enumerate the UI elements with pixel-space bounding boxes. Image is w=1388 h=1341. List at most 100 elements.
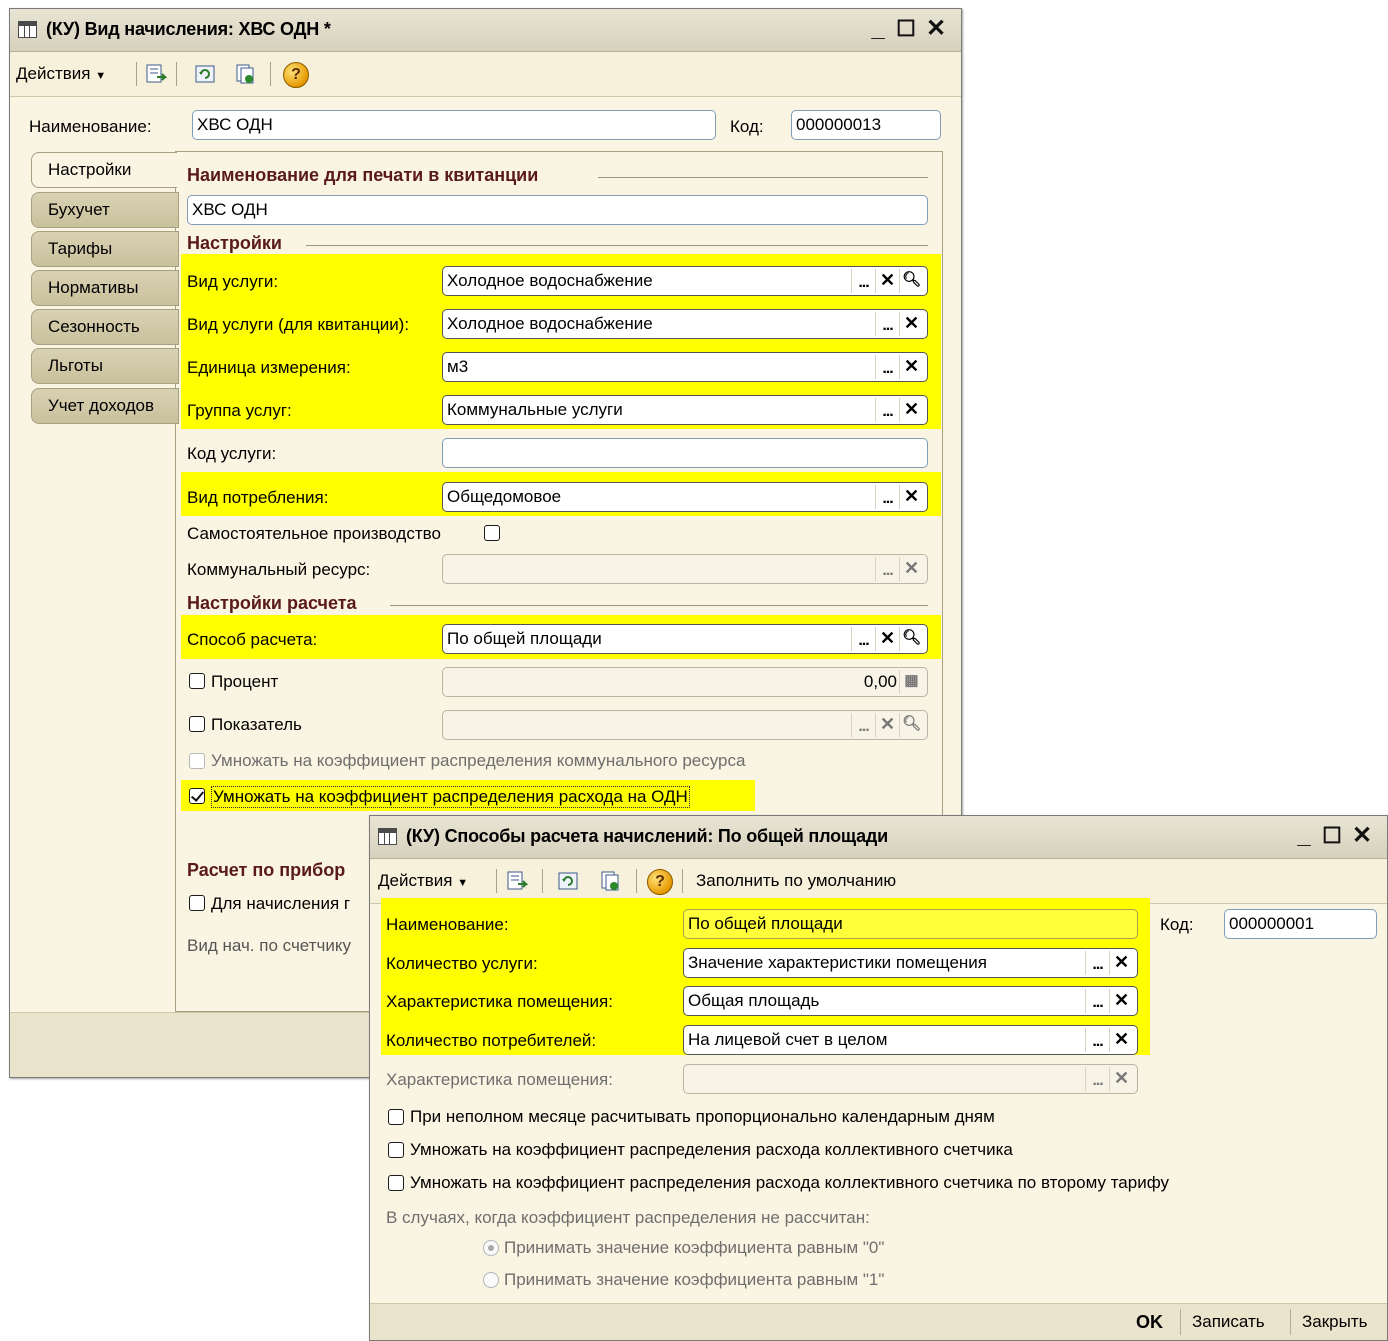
toolbar-separator bbox=[542, 869, 543, 893]
clear-icon[interactable]: ✕ bbox=[875, 269, 899, 293]
partial-month-checkbox[interactable] bbox=[388, 1109, 404, 1125]
room-char-field[interactable]: Общая площадь ... ✕ bbox=[683, 986, 1138, 1016]
service-qty-value: Значение характеристики помещения bbox=[688, 953, 987, 972]
service-type-value: Холодное водоснабжение bbox=[447, 271, 653, 290]
clear-icon[interactable]: ✕ bbox=[899, 355, 923, 379]
select-button[interactable]: ... bbox=[875, 355, 899, 379]
select-button[interactable]: ... bbox=[1085, 1028, 1109, 1052]
service-type-field[interactable]: Холодное водоснабжение ... ✕ 🔍︎ bbox=[442, 266, 928, 296]
select-button[interactable]: ... bbox=[1085, 1067, 1109, 1091]
code-field[interactable]: 000000013 bbox=[791, 110, 941, 140]
radio-coef-one[interactable] bbox=[483, 1272, 499, 1288]
close-button[interactable]: ✕ bbox=[1346, 820, 1378, 852]
consumption-type-field[interactable]: Общедомовое ... ✕ bbox=[442, 482, 928, 512]
maximize-button[interactable]: ☐ bbox=[1316, 820, 1348, 852]
ok-button[interactable]: OK bbox=[1136, 1312, 1163, 1333]
select-button[interactable]: ... bbox=[875, 557, 899, 581]
multiply-odn-checkbox[interactable] bbox=[189, 788, 205, 804]
name-field[interactable]: По общей площади bbox=[683, 909, 1138, 939]
utility-resource-field[interactable]: ... ✕ bbox=[442, 554, 928, 584]
radio-coef-zero[interactable] bbox=[483, 1240, 499, 1256]
service-code-field[interactable] bbox=[442, 438, 928, 468]
meter-checkbox[interactable] bbox=[189, 895, 205, 911]
select-button[interactable]: ... bbox=[851, 627, 875, 651]
clear-icon[interactable]: ✕ bbox=[1109, 951, 1133, 975]
search-icon[interactable]: 🔍︎ bbox=[899, 269, 923, 293]
maximize-button[interactable]: ☐ bbox=[890, 13, 922, 45]
tab-tariffs[interactable]: Тарифы bbox=[31, 231, 179, 267]
clear-icon[interactable]: ✕ bbox=[899, 557, 923, 581]
tab-seasonality[interactable]: Сезонность bbox=[31, 309, 179, 345]
fill-default-button[interactable]: Заполнить по умолчанию bbox=[696, 859, 896, 903]
tab-settings[interactable]: Настройки bbox=[31, 152, 177, 188]
clear-icon[interactable]: ✕ bbox=[899, 485, 923, 509]
service-type-receipt-field[interactable]: Холодное водоснабжение ... ✕ bbox=[442, 309, 928, 339]
consumers-qty-value: На лицевой счет в целом bbox=[688, 1030, 888, 1049]
select-button[interactable]: ... bbox=[875, 398, 899, 422]
clear-icon[interactable]: ✕ bbox=[899, 398, 923, 422]
percent-checkbox[interactable] bbox=[189, 673, 205, 689]
percent-field[interactable]: 0,00 ▦ bbox=[442, 667, 928, 697]
tab-accounting[interactable]: Бухучет bbox=[31, 192, 179, 228]
search-icon[interactable]: 🔍︎ bbox=[899, 713, 923, 737]
calc-method-field[interactable]: По общей площади ... ✕ 🔍︎ bbox=[442, 624, 928, 654]
code-label: Код: bbox=[1160, 915, 1194, 934]
help-icon[interactable]: ? bbox=[647, 869, 673, 895]
collective-meter-checkbox[interactable] bbox=[388, 1142, 404, 1158]
calculator-icon[interactable]: ▦ bbox=[899, 670, 923, 694]
title-bar[interactable]: (КУ) Способы расчета начислений: По обще… bbox=[370, 816, 1387, 859]
service-qty-field[interactable]: Значение характеристики помещения ... ✕ bbox=[683, 948, 1138, 978]
service-group-field[interactable]: Коммунальные услуги ... ✕ bbox=[442, 395, 928, 425]
unit-field[interactable]: м3 ... ✕ bbox=[442, 352, 928, 382]
room-char-value: Общая площадь bbox=[688, 991, 820, 1010]
save-to-list-icon[interactable] bbox=[506, 870, 528, 892]
close-window-button[interactable]: Закрыть bbox=[1302, 1312, 1367, 1332]
clear-icon[interactable]: ✕ bbox=[875, 627, 899, 651]
close-button[interactable]: ✕ bbox=[920, 13, 952, 45]
consumers-qty-field[interactable]: На лицевой счет в целом ... ✕ bbox=[683, 1025, 1138, 1055]
select-button[interactable]: ... bbox=[875, 312, 899, 336]
save-to-list-icon[interactable] bbox=[145, 63, 167, 85]
dropdown-arrow-icon: ▼ bbox=[457, 877, 469, 889]
unit-value: м3 bbox=[447, 357, 469, 376]
meter-kind-label: Вид нач. по счетчику bbox=[187, 936, 351, 955]
multiply-resource-checkbox[interactable] bbox=[189, 753, 205, 769]
search-icon[interactable]: 🔍︎ bbox=[899, 627, 923, 651]
clear-icon[interactable]: ✕ bbox=[1109, 1067, 1133, 1091]
clear-icon[interactable]: ✕ bbox=[875, 713, 899, 737]
tab-income[interactable]: Учет доходов bbox=[31, 388, 179, 424]
name-field[interactable]: ХВС ОДН bbox=[192, 110, 716, 140]
meter-section-title: Расчет по прибор bbox=[187, 860, 346, 880]
clear-icon[interactable]: ✕ bbox=[1109, 989, 1133, 1013]
indicator-field[interactable]: ... ✕ 🔍︎ bbox=[442, 710, 928, 740]
select-button[interactable]: ... bbox=[1085, 989, 1109, 1013]
save-button[interactable]: Записать bbox=[1192, 1312, 1265, 1332]
indicator-checkbox[interactable] bbox=[189, 716, 205, 732]
copy-document-icon[interactable] bbox=[599, 870, 621, 892]
print-name-field[interactable]: ХВС ОДН bbox=[187, 195, 928, 225]
dropdown-arrow-icon: ▼ bbox=[95, 70, 107, 82]
clear-icon[interactable]: ✕ bbox=[899, 312, 923, 336]
select-button[interactable]: ... bbox=[851, 269, 875, 293]
section-line bbox=[598, 177, 928, 178]
refresh-icon[interactable] bbox=[194, 63, 216, 85]
clear-icon[interactable]: ✕ bbox=[1109, 1028, 1133, 1052]
button-separator bbox=[1180, 1309, 1181, 1335]
copy-document-icon[interactable] bbox=[234, 63, 256, 85]
select-button[interactable]: ... bbox=[1085, 951, 1109, 975]
title-bar[interactable]: (КУ) Вид начисления: ХВС ОДН * _ ☐ ✕ bbox=[10, 9, 961, 52]
room-char2-field[interactable]: ... ✕ bbox=[683, 1064, 1138, 1094]
calc-method-label: Способ расчета: bbox=[187, 630, 318, 649]
help-icon[interactable]: ? bbox=[283, 62, 309, 88]
refresh-icon[interactable] bbox=[557, 870, 579, 892]
select-button[interactable]: ... bbox=[851, 713, 875, 737]
actions-menu[interactable]: Действия ▼ bbox=[16, 52, 106, 96]
select-button[interactable]: ... bbox=[875, 485, 899, 509]
self-production-checkbox[interactable] bbox=[484, 525, 500, 541]
tab-norms[interactable]: Нормативы bbox=[31, 270, 179, 306]
collective-second-tariff-checkbox[interactable] bbox=[388, 1175, 404, 1191]
tab-benefits[interactable]: Льготы bbox=[31, 348, 179, 384]
code-field[interactable]: 000000001 bbox=[1224, 909, 1377, 939]
meter-checkbox-label: Для начисления г bbox=[211, 894, 351, 913]
actions-menu[interactable]: Действия ▼ bbox=[378, 859, 468, 903]
